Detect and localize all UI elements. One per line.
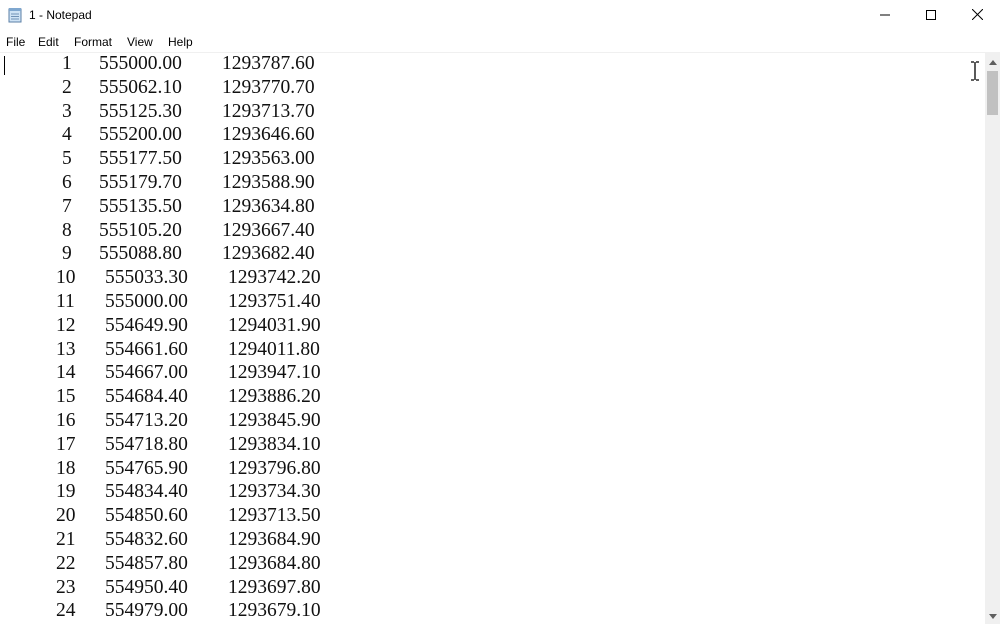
easting-value: 554857.80 bbox=[105, 552, 188, 574]
northing-value: 1294031.90 bbox=[228, 314, 321, 336]
northing-value: 1293684.90 bbox=[228, 529, 321, 550]
northing-value: 1293742.20 bbox=[228, 267, 321, 289]
point-number: 7 bbox=[62, 195, 72, 217]
point-number: 13 bbox=[56, 338, 76, 360]
point-number: 16 bbox=[56, 410, 76, 431]
easting-value: 555177.50 bbox=[99, 148, 182, 170]
point-number: 3 bbox=[62, 100, 72, 122]
easting-value: 555135.50 bbox=[99, 195, 182, 217]
easting-value: 555179.70 bbox=[99, 172, 182, 193]
northing-value: 1294011.80 bbox=[228, 338, 320, 360]
point-number: 5 bbox=[62, 148, 72, 170]
point-number: 20 bbox=[56, 505, 76, 527]
point-number: 18 bbox=[56, 457, 76, 479]
point-number: 1 bbox=[62, 53, 72, 74]
chevron-up-icon bbox=[988, 52, 997, 70]
easting-value: 554950.40 bbox=[105, 576, 188, 598]
menu-view[interactable]: View bbox=[127, 35, 153, 49]
minimize-icon bbox=[880, 7, 890, 25]
maximize-icon bbox=[926, 7, 936, 25]
text-caret bbox=[4, 56, 5, 75]
northing-value: 1293563.00 bbox=[222, 148, 315, 170]
close-button[interactable] bbox=[954, 0, 1000, 32]
easting-value: 555200.00 bbox=[99, 124, 182, 146]
vertical-scrollbar[interactable] bbox=[985, 53, 1000, 624]
menu-bar: File Edit Format View Help bbox=[0, 32, 1000, 53]
menu-format[interactable]: Format bbox=[74, 35, 112, 49]
easting-value: 555000.00 bbox=[105, 291, 188, 312]
point-number: 2 bbox=[62, 76, 72, 98]
easting-value: 554667.00 bbox=[105, 362, 188, 384]
point-number: 9 bbox=[62, 243, 72, 265]
point-number: 10 bbox=[56, 267, 76, 289]
easting-value: 554850.60 bbox=[105, 505, 188, 527]
easting-value: 555105.20 bbox=[99, 219, 182, 241]
northing-value: 1293588.90 bbox=[222, 172, 315, 193]
easting-value: 554718.80 bbox=[105, 433, 188, 455]
close-icon bbox=[971, 7, 983, 25]
point-number: 22 bbox=[56, 552, 76, 574]
point-number: 15 bbox=[56, 386, 76, 408]
menu-edit[interactable]: Edit bbox=[38, 35, 59, 49]
title-bar[interactable]: 1 - Notepad bbox=[0, 0, 1000, 32]
northing-value: 1293646.60 bbox=[222, 124, 315, 146]
easting-value: 554661.60 bbox=[105, 338, 188, 360]
notepad-icon bbox=[8, 7, 22, 23]
easting-value: 554832.60 bbox=[105, 529, 188, 550]
northing-value: 1293713.50 bbox=[228, 505, 321, 527]
point-number: 4 bbox=[62, 124, 72, 146]
northing-value: 1293845.90 bbox=[228, 410, 321, 431]
northing-value: 1293796.80 bbox=[228, 457, 321, 479]
northing-value: 1293634.80 bbox=[222, 195, 315, 217]
northing-value: 1293734.30 bbox=[228, 481, 321, 503]
text-editor-area[interactable]: 1 555000.00 1293787.60 2 555062.10 1293770.70… bbox=[0, 53, 985, 624]
northing-value: 1293751.40 bbox=[228, 291, 321, 312]
scrollbar-thumb[interactable] bbox=[987, 71, 998, 115]
point-number: 23 bbox=[56, 576, 76, 598]
point-number: 8 bbox=[62, 219, 72, 241]
point-number: 12 bbox=[56, 314, 76, 336]
northing-value: 1293713.70 bbox=[222, 100, 315, 122]
point-number: 14 bbox=[56, 362, 76, 384]
point-number: 19 bbox=[56, 481, 76, 503]
northing-value: 1293684.80 bbox=[228, 552, 321, 574]
easting-value: 555000.00 bbox=[99, 53, 182, 74]
easting-value: 555062.10 bbox=[99, 76, 182, 98]
chevron-down-icon bbox=[988, 606, 997, 624]
northing-value: 1293667.40 bbox=[222, 219, 315, 241]
easting-value: 554649.90 bbox=[105, 314, 188, 336]
easting-value: 554979.00 bbox=[105, 600, 188, 622]
northing-value: 1293947.10 bbox=[228, 362, 321, 384]
menu-file[interactable]: File bbox=[6, 35, 25, 49]
minimize-button[interactable] bbox=[862, 0, 908, 32]
northing-value: 1293682.40 bbox=[222, 243, 315, 265]
northing-value: 1293787.60 bbox=[222, 53, 315, 74]
easting-value: 554684.40 bbox=[105, 386, 188, 408]
northing-value: 1293697.80 bbox=[228, 576, 321, 598]
easting-value: 554765.90 bbox=[105, 457, 188, 479]
scroll-up-button[interactable] bbox=[985, 53, 1000, 69]
scroll-down-button[interactable] bbox=[985, 612, 1000, 624]
point-number: 21 bbox=[56, 529, 76, 550]
easting-value: 555125.30 bbox=[99, 100, 182, 122]
point-number: 6 bbox=[62, 172, 72, 193]
northing-value: 1293770.70 bbox=[222, 76, 315, 98]
point-number: 11 bbox=[56, 291, 75, 312]
easting-value: 555033.30 bbox=[105, 267, 188, 289]
easting-value: 555088.80 bbox=[99, 243, 182, 265]
point-number: 24 bbox=[56, 600, 76, 622]
easting-value: 554834.40 bbox=[105, 481, 188, 503]
window-title: 1 - Notepad bbox=[29, 8, 92, 22]
northing-value: 1293834.10 bbox=[228, 433, 321, 455]
menu-help[interactable]: Help bbox=[168, 35, 193, 49]
maximize-button[interactable] bbox=[908, 0, 954, 32]
northing-value: 1293886.20 bbox=[228, 386, 321, 408]
i-beam-cursor-icon bbox=[970, 61, 980, 81]
northing-value: 1293679.10 bbox=[228, 600, 321, 622]
easting-value: 554713.20 bbox=[105, 410, 188, 431]
point-number: 17 bbox=[56, 433, 76, 455]
